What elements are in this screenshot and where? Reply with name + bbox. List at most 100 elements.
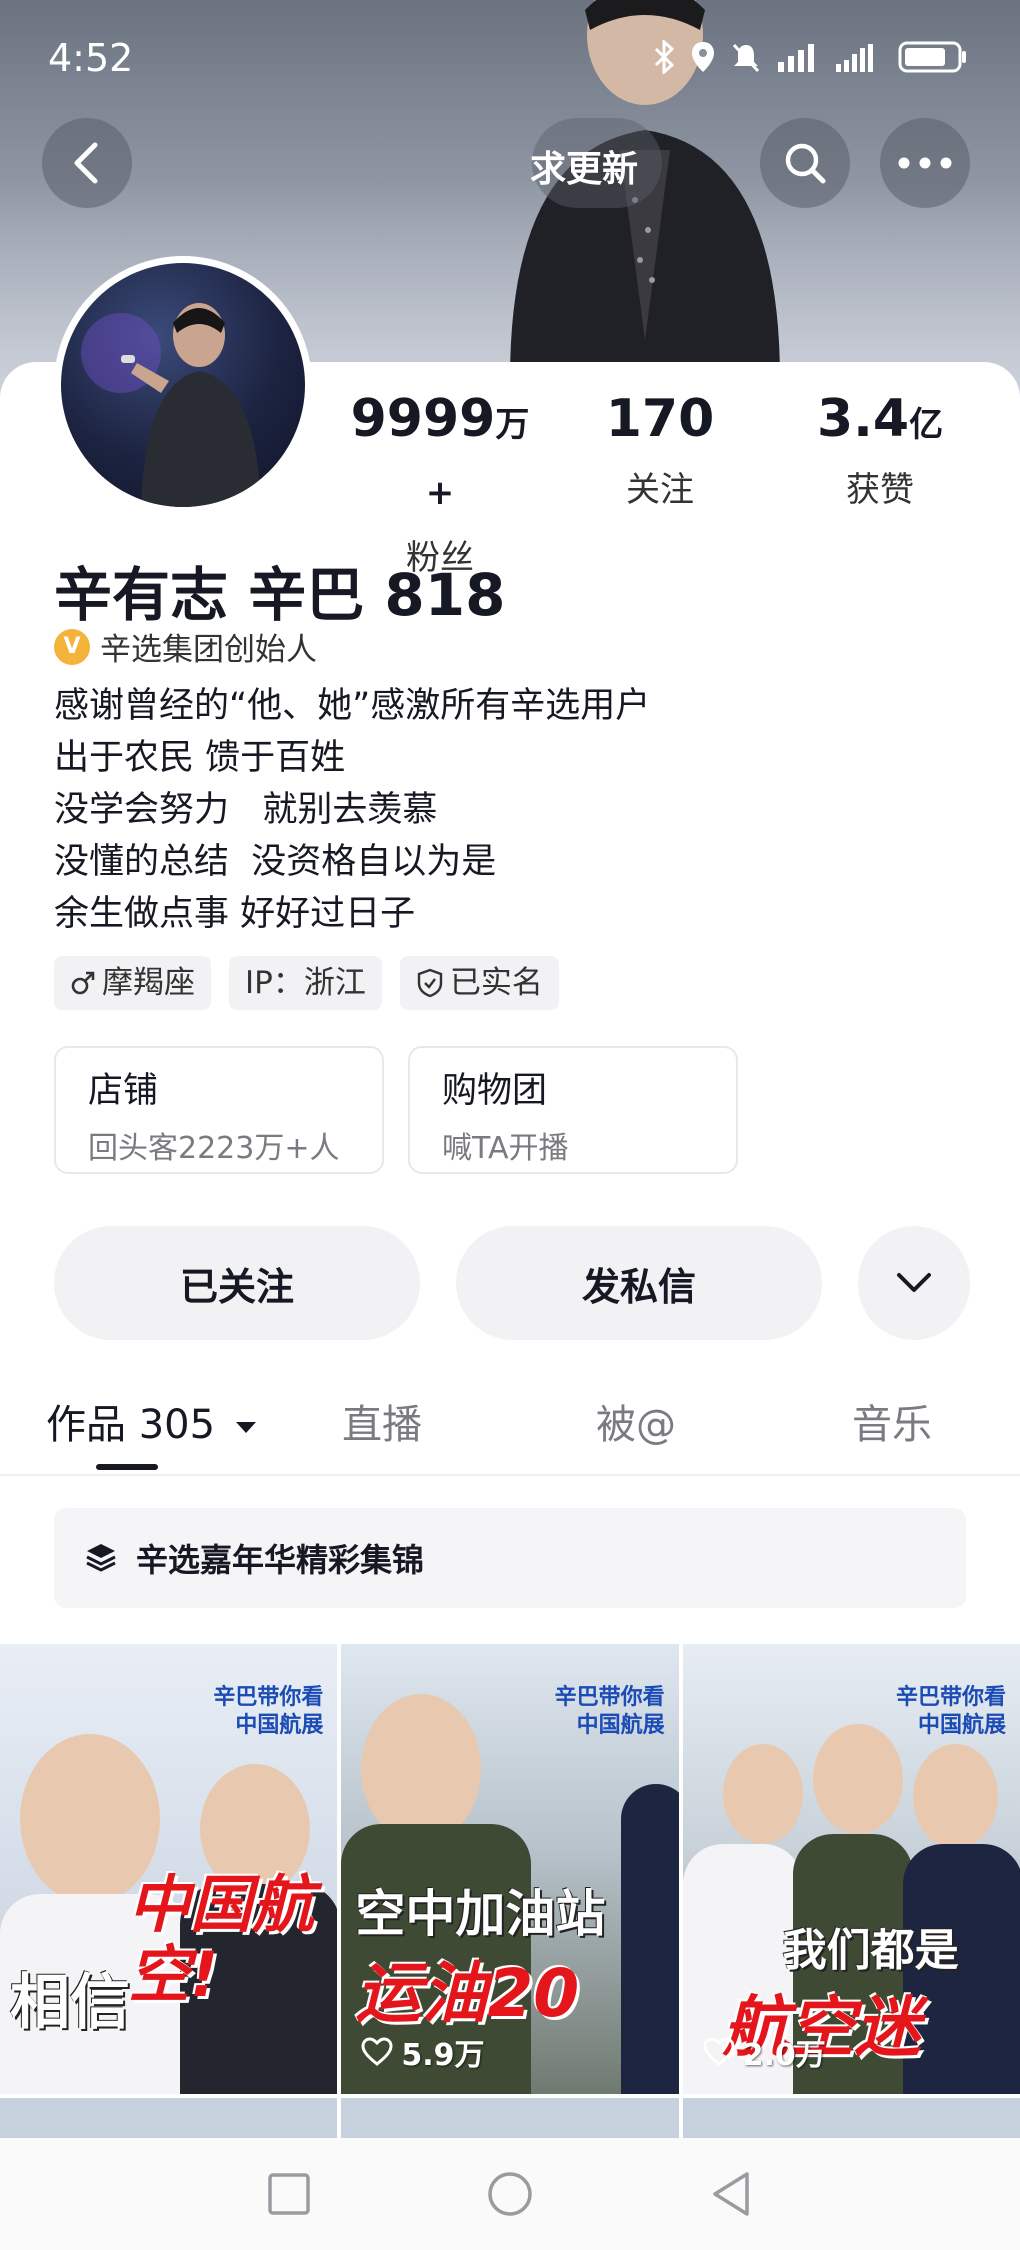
video-brand-line: 辛巴带你看	[554, 1685, 665, 1710]
tag-ip-text: IP：浙江	[245, 965, 366, 1001]
bio-line: 余生做点事 好好过日子	[54, 894, 416, 934]
shop-cards: 店铺 回头客2223万+人 购物团 喊TA开播	[54, 1046, 738, 1174]
followed-button[interactable]: 已关注	[54, 1226, 420, 1340]
heart-icon	[703, 2037, 735, 2066]
mute-icon	[730, 41, 762, 77]
video-tile[interactable]: 辛巴带你看中国航展 空中加油站 运油20 5.9万	[341, 1644, 679, 2094]
signal-icon-2	[834, 42, 884, 76]
recents-square-icon[interactable]	[267, 2172, 311, 2216]
home-circle-icon[interactable]	[486, 2170, 534, 2218]
status-time: 4:52	[48, 36, 134, 80]
video-likes: 2.0万	[703, 2030, 826, 2074]
content-tabs: 作品 305 直播 被@ 音乐	[0, 1380, 1020, 1476]
collection-banner[interactable]: 辛选嘉年华精彩集锦	[54, 1508, 966, 1608]
system-nav-bar	[0, 2138, 1020, 2250]
search-icon	[785, 143, 826, 184]
shop-card-store[interactable]: 店铺 回头客2223万+人	[54, 1046, 384, 1174]
video-likes-count: 5.9万	[401, 2038, 485, 2073]
location-icon	[690, 40, 716, 78]
back-triangle-icon[interactable]	[709, 2170, 753, 2218]
video-tile-partial[interactable]	[682, 2098, 1020, 2138]
heart-icon	[361, 2037, 393, 2066]
video-tile[interactable]: 辛巴带你看 中国航展 我们都是 航空迷 2.0万	[682, 1644, 1020, 2094]
video-caption-white: 空中加油站	[355, 1885, 606, 1943]
video-brand: 辛巴带你看中国航展	[555, 1684, 665, 1740]
video-tile-partial[interactable]	[341, 2098, 679, 2138]
send-message-button[interactable]: 发私信	[456, 1226, 822, 1340]
video-likes: 5.9万	[361, 2030, 484, 2074]
tag-real-name: 已实名	[399, 956, 559, 1010]
update-request-title[interactable]: 求更新	[530, 140, 638, 192]
video-person-face	[361, 1694, 482, 1844]
verified-label: 辛选集团创始人	[100, 632, 317, 668]
video-brand-line: 辛巴带你看	[895, 1685, 1006, 1710]
video-person-face	[912, 1744, 998, 1849]
chevron-down-icon	[897, 1273, 931, 1292]
stat-following-num: 170	[605, 389, 715, 449]
stat-likes-unit: 亿	[909, 405, 944, 445]
video-brand-line: 中国航展	[235, 1713, 324, 1738]
video-person-body	[621, 1784, 679, 2094]
video-tile[interactable]: 辛巴带你看中国航展 相信 中国航空!	[0, 1644, 338, 2094]
tab-works[interactable]: 作品 305	[46, 1392, 258, 1450]
video-caption-red: 中国航空!	[128, 1868, 315, 2011]
stat-following[interactable]: 170 关注	[560, 388, 760, 579]
video-brand-line: 中国航展	[917, 1713, 1006, 1738]
tag-real-name-text: 已实名	[449, 965, 543, 1001]
stat-likes-label: 获赞	[846, 470, 914, 510]
video-person-face	[812, 1724, 903, 1834]
battery-icon	[898, 40, 968, 78]
bio-line: 感谢曾经的“他、她”感激所有辛选用户	[54, 686, 651, 726]
more-button[interactable]	[880, 118, 970, 208]
bluetooth-icon	[652, 38, 676, 78]
shop-card-title: 购物团	[442, 1071, 548, 1111]
layers-icon	[86, 1544, 116, 1572]
video-brand: 辛巴带你看中国航展	[213, 1684, 323, 1740]
video-person-face	[722, 1744, 803, 1844]
back-button[interactable]	[42, 118, 132, 208]
status-bar: 4:52	[0, 0, 1020, 120]
collection-label: 辛选嘉年华精彩集锦	[136, 1541, 425, 1579]
tab-works-label: 作品 305	[46, 1402, 216, 1448]
tag-ip: IP：浙江	[229, 956, 382, 1010]
stat-likes[interactable]: 3.4亿 获赞	[780, 388, 980, 579]
tab-live[interactable]: 直播	[342, 1392, 422, 1450]
signal-icon-1	[776, 42, 820, 76]
more-dots-icon	[898, 157, 952, 169]
shop-card-subtitle: 回头客2223万+人	[88, 1131, 340, 1166]
avatar-singer-illustration	[81, 303, 261, 507]
shield-icon	[417, 968, 443, 998]
video-caption-red: 运油20	[355, 1955, 580, 2032]
shop-card-subtitle: 喊TA开播	[442, 1131, 569, 1166]
profile-name: 辛有志 辛巴 818	[54, 561, 506, 629]
action-buttons: 已关注 发私信	[54, 1226, 970, 1340]
male-icon	[71, 971, 95, 995]
status-icons	[652, 38, 968, 78]
avatar-image	[61, 263, 305, 507]
tag-zodiac: 摩羯座	[54, 956, 211, 1010]
bio-line: 没学会努力 就别去羡慕	[54, 790, 438, 830]
video-brand: 辛巴带你看中国航展	[896, 1684, 1006, 1740]
video-caption-white: 我们都是	[782, 1925, 959, 1976]
more-actions-button[interactable]	[858, 1226, 970, 1340]
video-tile-partial[interactable]	[0, 2098, 338, 2138]
video-brand-line: 中国航展	[576, 1713, 665, 1738]
tab-music[interactable]: 音乐	[852, 1392, 932, 1450]
profile-bio: 感谢曾经的“他、她”感激所有辛选用户 出于农民 馈于百姓 没学会努力 就别去羡慕…	[54, 680, 650, 940]
video-brand-line: 辛巴带你看	[213, 1685, 324, 1710]
video-grid-next-row	[0, 2098, 1020, 2138]
active-tab-indicator	[96, 1464, 158, 1470]
stat-following-label: 关注	[626, 470, 694, 510]
bio-line: 没懂的总结 没资格自以为是	[54, 842, 497, 882]
caret-down-icon	[235, 1422, 256, 1433]
search-button[interactable]	[760, 118, 850, 208]
avatar[interactable]	[54, 256, 312, 514]
tab-mentions[interactable]: 被@	[596, 1392, 676, 1450]
verification-row: V 辛选集团创始人	[54, 624, 317, 669]
bio-line: 出于农民 馈于百姓	[54, 738, 346, 778]
shop-card-group[interactable]: 购物团 喊TA开播	[408, 1046, 738, 1174]
video-likes-count: 2.0万	[742, 2038, 826, 2073]
video-caption-white: 相信	[10, 1968, 130, 2038]
stat-fans-num: 9999	[350, 389, 496, 449]
tag-zodiac-text: 摩羯座	[102, 965, 195, 1001]
